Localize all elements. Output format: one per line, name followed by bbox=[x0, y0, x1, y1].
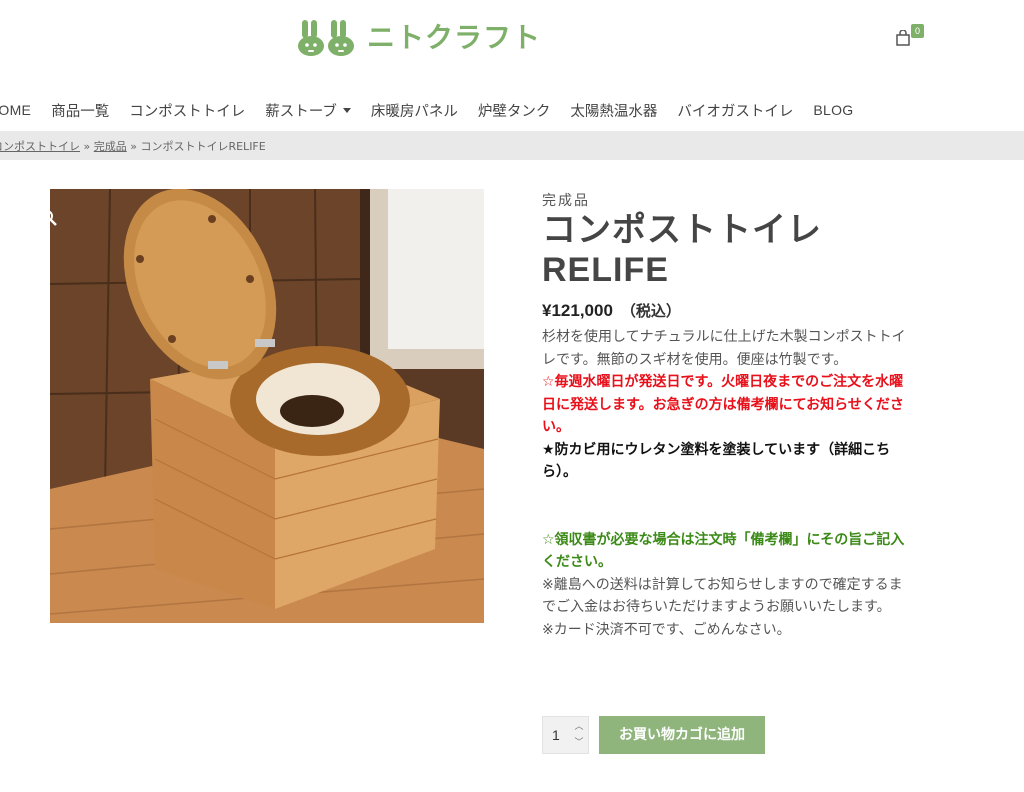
cart-count-badge: 0 bbox=[911, 24, 924, 38]
price-amount: ¥121,000 bbox=[542, 301, 613, 320]
breadcrumb-link-compost-toilet[interactable]: コンポストトイレ bbox=[0, 140, 80, 153]
product-title: コンポストトイレ RELIFE bbox=[542, 210, 962, 290]
chevron-up-icon[interactable]: ︿ bbox=[573, 722, 585, 732]
quantity-value[interactable]: 1 bbox=[552, 727, 560, 743]
breadcrumb-bar: コンポストトイレ » 完成品 » コンポストトイレRELIFE bbox=[0, 131, 1024, 160]
shipping-day-notice: い。 bbox=[542, 419, 570, 435]
nav-item-label: 薪ストーブ bbox=[265, 103, 337, 120]
magnifier-icon[interactable] bbox=[40, 209, 58, 227]
product-category[interactable]: 完成品 bbox=[542, 190, 962, 210]
receipt-notice: ください。 bbox=[542, 554, 612, 570]
product-title-line: RELIFE bbox=[542, 251, 669, 289]
nav-item-wall-tank[interactable]: 炉壁タンク bbox=[478, 100, 551, 121]
nav-item-wood-stove[interactable]: 薪ストーブ bbox=[265, 100, 351, 121]
receipt-notice: ☆領収書が必要な場合は注文時「備考欄」にその旨ご記入 bbox=[542, 531, 905, 548]
shipping-day-notice: 日に発送します。お急ぎの方は備考欄にてお知らせくださ bbox=[542, 396, 904, 413]
breadcrumb: コンポストトイレ » 完成品 » コンポストトイレRELIFE bbox=[0, 138, 266, 154]
logo-text: ニトクラフト bbox=[367, 21, 542, 54]
breadcrumb-link-finished[interactable]: 完成品 bbox=[94, 140, 127, 153]
coating-notice: ★防カビ用にウレタン塗料を塗装しています（詳細こち bbox=[542, 441, 891, 458]
description-line: 杉材を使用してナチュラルに仕上げた木製コンポストトイ bbox=[542, 329, 906, 345]
breadcrumb-separator: » bbox=[83, 140, 91, 153]
nav-item-floor-heating[interactable]: 床暖房パネル bbox=[371, 100, 458, 121]
breadcrumb-current: コンポストトイレRELIFE bbox=[140, 140, 266, 153]
price-tax-note: （税込） bbox=[620, 302, 681, 320]
description-line: レです。無節のスギ材を使用。便座は竹製です。 bbox=[542, 351, 848, 368]
nav-item-solar-heater[interactable]: 太陽熱温水器 bbox=[570, 100, 657, 121]
island-shipping-note: ※離島への送料は計算してお知らせしますので確定するま bbox=[542, 576, 903, 593]
chevron-down-icon bbox=[342, 107, 351, 113]
island-shipping-note: でご入金はお待ちいただけますようお願いいたします。 bbox=[542, 599, 891, 615]
product-image[interactable] bbox=[50, 189, 484, 623]
nav-item-blog[interactable]: BLOG bbox=[813, 102, 853, 118]
shopping-bag-icon bbox=[896, 30, 910, 46]
nav-item-compost-toilet[interactable]: コンポストトイレ bbox=[129, 100, 245, 121]
nav-item-home[interactable]: HOME bbox=[0, 102, 31, 118]
coating-notice: ら）。 bbox=[542, 464, 577, 480]
site-logo[interactable]: ニトクラフト bbox=[297, 18, 541, 58]
main-navigation: HOME 商品一覧 コンポストトイレ 薪ストーブ 床暖房パネル 炉壁タンク 太陽… bbox=[0, 97, 873, 123]
product-price: ¥121,000 （税込） bbox=[542, 300, 962, 326]
add-to-cart-button[interactable]: お買い物カゴに追加 bbox=[599, 716, 765, 754]
shipping-day-notice: ☆毎週水曜日が発送日です。火曜日夜までのご注文を水曜 bbox=[542, 374, 904, 390]
quantity-stepper[interactable]: 1 ︿ ﹀ bbox=[542, 716, 589, 754]
chevron-down-icon[interactable]: ﹀ bbox=[573, 738, 585, 748]
product-title-line: コンポストトイレ bbox=[542, 210, 822, 250]
compost-toilet-photo bbox=[50, 189, 484, 623]
rabbit-logo-icon bbox=[298, 20, 354, 56]
breadcrumb-separator: » bbox=[130, 140, 137, 153]
nav-item-products[interactable]: 商品一覧 bbox=[51, 100, 109, 121]
card-payment-note: ※カード決済不可です、ごめんなさい。 bbox=[542, 621, 791, 638]
nav-item-biogas-toilet[interactable]: バイオガストイレ bbox=[677, 100, 793, 121]
product-summary: 完成品 コンポストトイレ RELIFE ¥121,000 （税込） 杉材を使用して… bbox=[542, 190, 962, 641]
cart-button[interactable]: 0 bbox=[895, 24, 931, 50]
product-description: 杉材を使用してナチュラルに仕上げた木製コンポストトイ レです。無節のスギ材を使用… bbox=[542, 326, 942, 641]
